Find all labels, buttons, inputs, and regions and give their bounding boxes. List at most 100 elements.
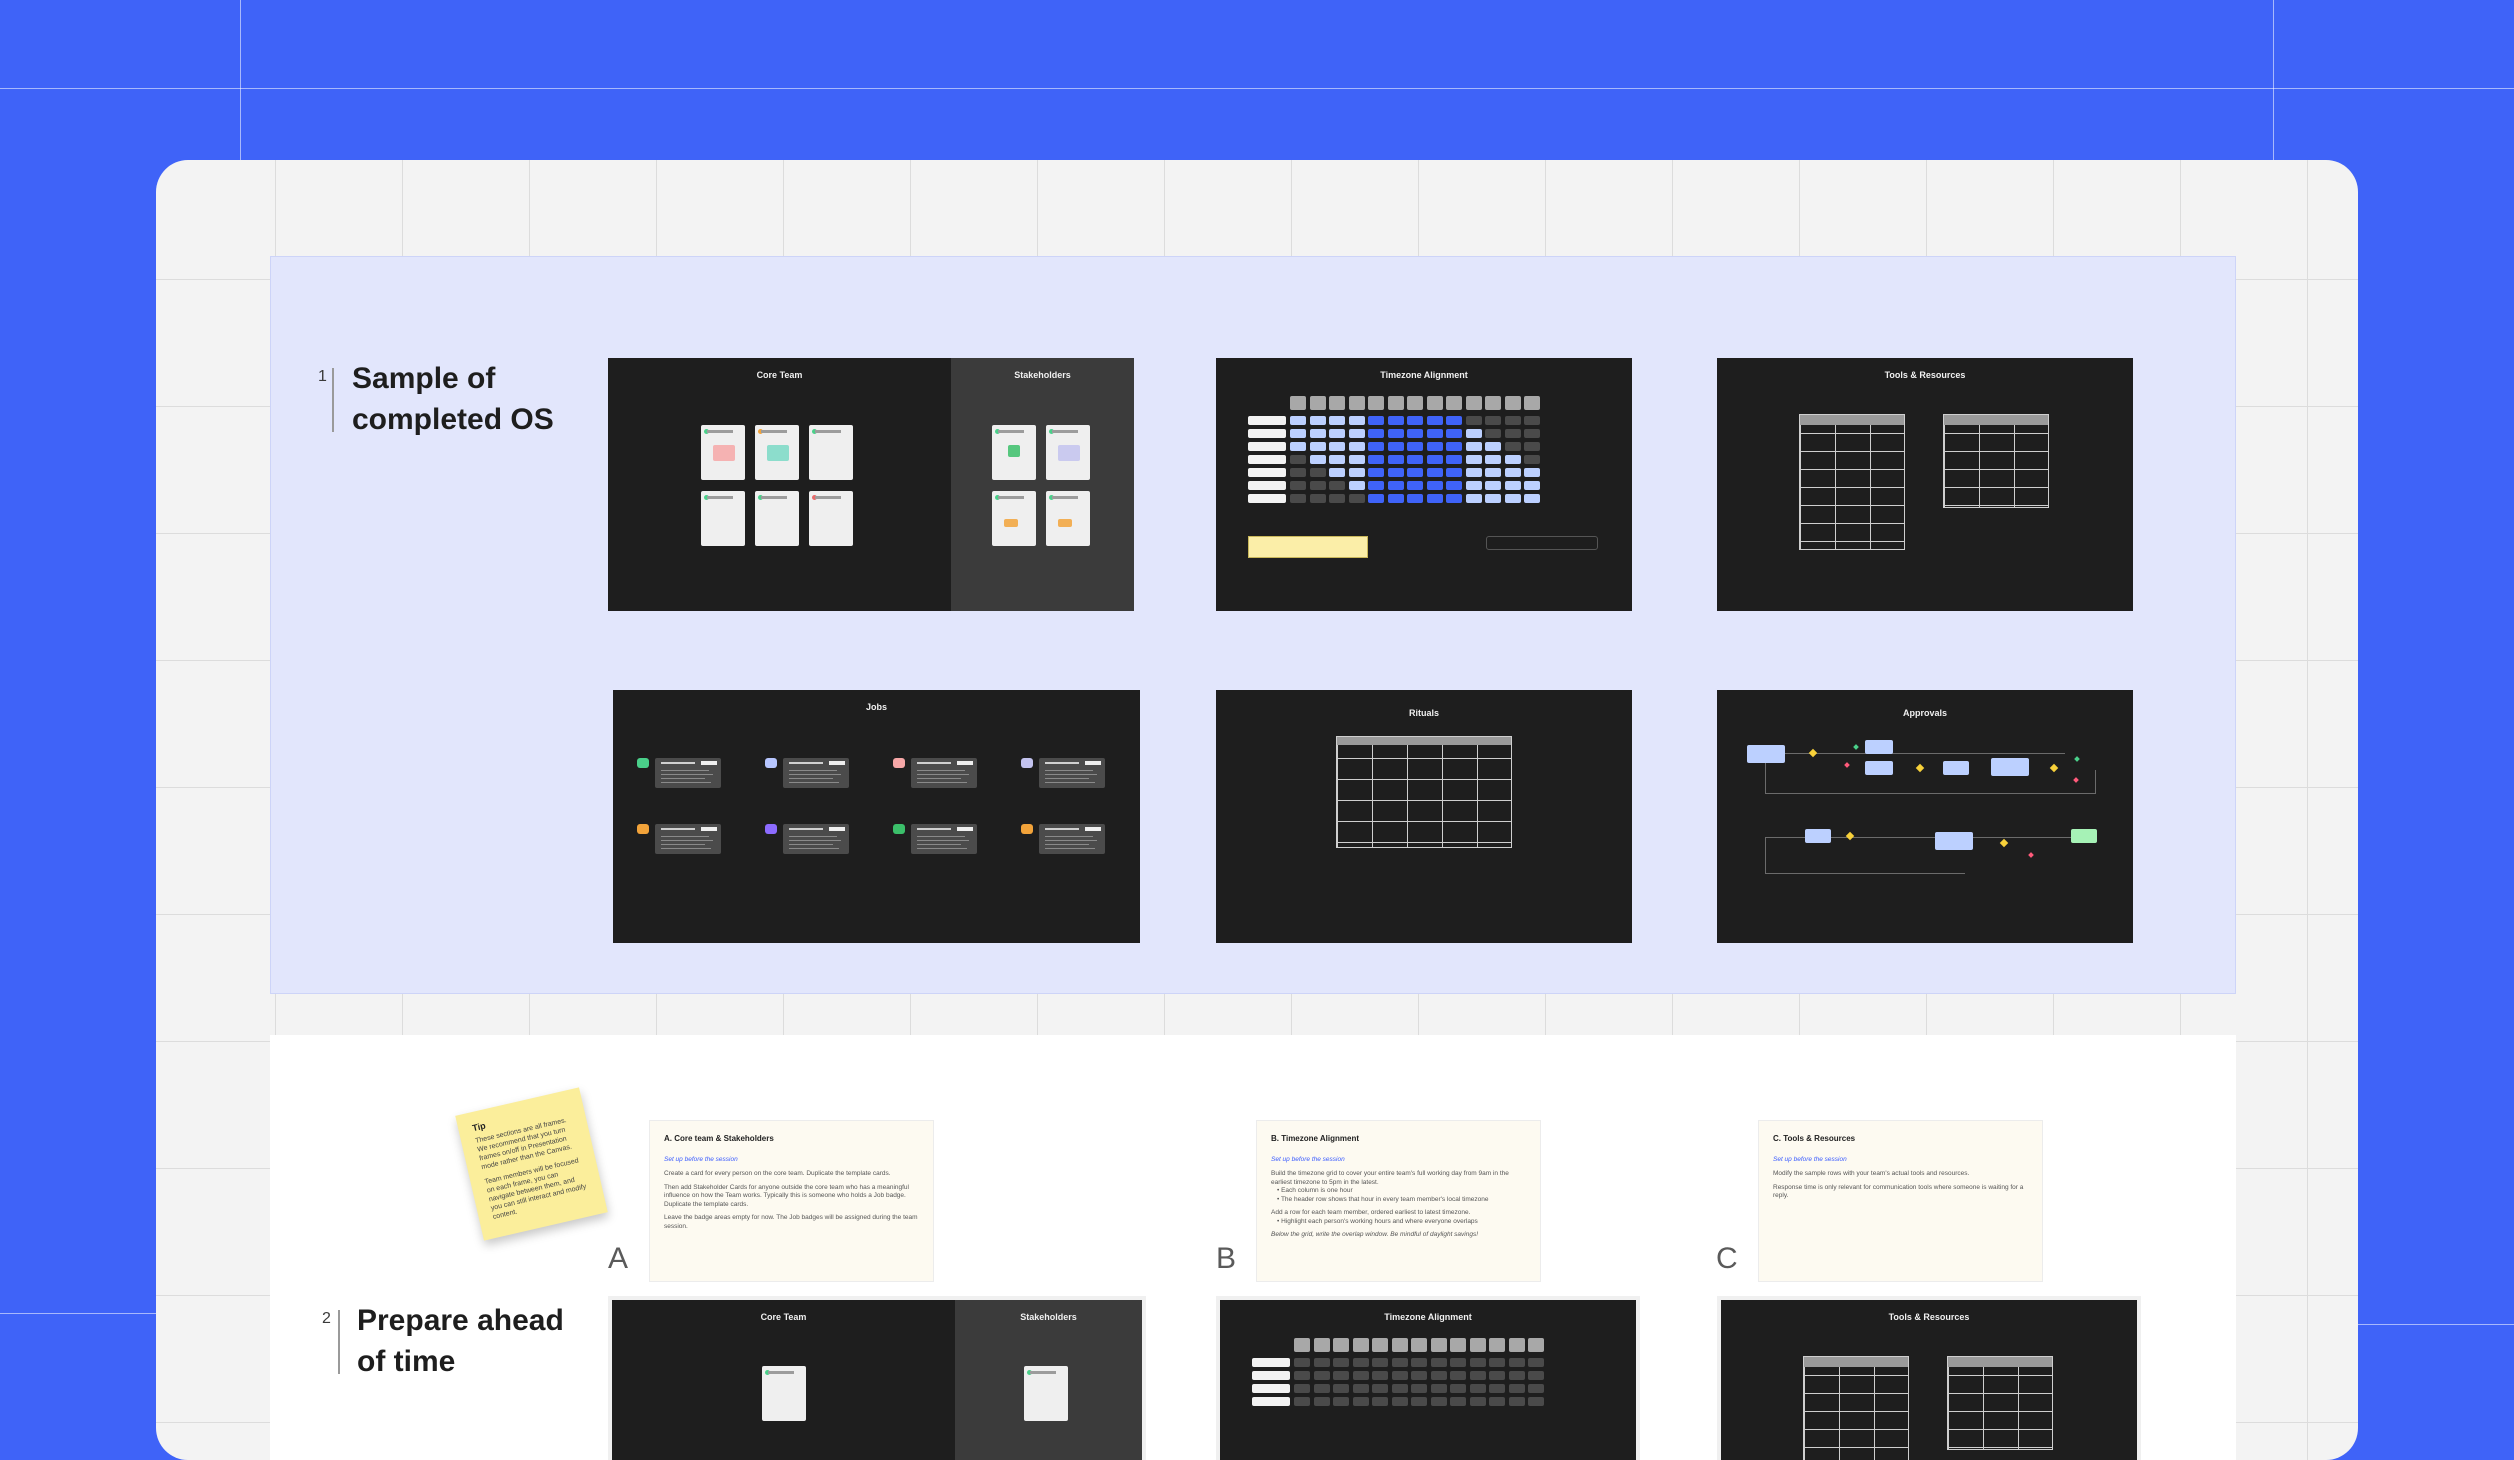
tools-table — [1799, 414, 1905, 550]
person-card[interactable] — [809, 425, 853, 480]
timezone-cell — [1329, 481, 1345, 490]
person-card[interactable] — [809, 491, 853, 546]
frame-approvals[interactable]: Approvals — [1717, 690, 2133, 943]
frame-timezone-alignment[interactable]: Timezone Alignment — [1216, 358, 1632, 611]
approval-step[interactable] — [1943, 761, 1969, 775]
approval-step[interactable] — [1805, 829, 1831, 843]
timezone-cell — [1430, 1371, 1447, 1380]
timezone-cell — [1348, 494, 1365, 503]
instructions-link[interactable]: Set up before the session — [664, 1156, 919, 1165]
approval-step[interactable] — [1991, 758, 2029, 776]
timezone-cell — [1313, 1371, 1330, 1380]
frame-core-team[interactable]: Core Team Stakeholders — [608, 1296, 1146, 1460]
timezone-cell — [1333, 1384, 1349, 1393]
job-card[interactable] — [783, 824, 849, 854]
timezone-cell — [1446, 468, 1462, 477]
timezone-cell — [1450, 1384, 1466, 1393]
timezone-row-label — [1248, 494, 1286, 503]
timezone-cell — [1411, 1358, 1427, 1367]
timezone-cell — [1368, 468, 1384, 477]
frame-title: Core Team — [756, 370, 803, 380]
instructions-card-a[interactable]: A. Core team & Stakeholders Set up befor… — [649, 1120, 934, 1282]
timezone-header-cell — [1504, 396, 1521, 410]
job-card[interactable] — [1039, 824, 1105, 854]
timezone-row-label — [1248, 468, 1286, 477]
approval-step[interactable] — [1935, 832, 1973, 850]
timezone-cell — [1294, 1384, 1310, 1393]
overlap-note — [1248, 536, 1368, 558]
whiteboard-canvas[interactable]: 1 Sample of completed OS Core Team Stake… — [156, 160, 2358, 1460]
frame-timezone-alignment[interactable]: Timezone Alignment — [1216, 1296, 1640, 1460]
frame-tools-resources[interactable]: Tools & Resources — [1717, 1296, 2141, 1460]
frame-rituals[interactable]: Rituals — [1216, 690, 1632, 943]
frame-title: Timezone Alignment — [1380, 370, 1468, 380]
guide-line — [2273, 0, 2274, 160]
timezone-cell — [1407, 468, 1423, 477]
timezone-cell — [1348, 442, 1365, 451]
timezone-cell — [1387, 494, 1404, 503]
timezone-cell — [1485, 442, 1501, 451]
timezone-cell — [1485, 481, 1501, 490]
approval-step[interactable] — [1865, 740, 1893, 754]
timezone-row-label — [1248, 416, 1286, 425]
frame-jobs[interactable]: Jobs — [613, 690, 1140, 943]
timezone-row-label — [1248, 442, 1286, 451]
timezone-cell — [1465, 494, 1482, 503]
timezone-cell — [1508, 1358, 1525, 1367]
timezone-cell — [1469, 1384, 1486, 1393]
person-card[interactable] — [701, 491, 745, 546]
approval-step[interactable] — [1865, 761, 1893, 775]
timezone-header-cell — [1411, 1338, 1427, 1352]
job-card[interactable] — [911, 758, 977, 788]
timezone-header-cell — [1465, 396, 1482, 410]
timezone-cell — [1407, 429, 1423, 438]
timezone-header-cell — [1290, 396, 1306, 410]
timezone-cell — [1309, 429, 1326, 438]
instructions-card-b[interactable]: B. Timezone Alignment Set up before the … — [1256, 1120, 1541, 1282]
timezone-cell — [1426, 429, 1443, 438]
timezone-cell — [1508, 1397, 1525, 1406]
job-badge-icon — [893, 824, 905, 834]
job-card[interactable] — [655, 824, 721, 854]
legend — [1486, 536, 1598, 550]
instructions-link[interactable]: Set up before the session — [1773, 1156, 2028, 1165]
stakeholder-card[interactable] — [992, 425, 1036, 480]
job-card[interactable] — [911, 824, 977, 854]
timezone-cell — [1313, 1358, 1330, 1367]
column-letter: C — [1716, 1242, 1738, 1275]
frame-tools-resources[interactable]: Tools & Resources — [1717, 358, 2133, 611]
timezone-cell — [1387, 416, 1404, 425]
stakeholder-card[interactable] — [1046, 425, 1090, 480]
job-card[interactable] — [655, 758, 721, 788]
approval-step[interactable] — [1747, 745, 1785, 763]
frame-core-team[interactable]: Core Team Stakeholders — [608, 358, 1134, 611]
timezone-header-cell — [1333, 1338, 1349, 1352]
timezone-cell — [1426, 455, 1443, 464]
timezone-cell — [1329, 442, 1345, 451]
job-card[interactable] — [1039, 758, 1105, 788]
timezone-header-cell — [1508, 1338, 1525, 1352]
guide-line — [0, 88, 2514, 89]
instructions-text: • The header row shows that hour in ever… — [1277, 1195, 1489, 1203]
timezone-cell — [1329, 429, 1345, 438]
timezone-header-cell — [1430, 1338, 1447, 1352]
timezone-header-cell — [1407, 396, 1423, 410]
person-card[interactable] — [701, 425, 745, 480]
frame-title: Core Team — [760, 1312, 807, 1322]
stakeholder-card[interactable] — [1024, 1366, 1068, 1421]
stakeholder-card[interactable] — [1046, 491, 1090, 546]
timezone-cell — [1329, 468, 1345, 477]
timezone-cell — [1290, 416, 1306, 425]
job-card[interactable] — [783, 758, 849, 788]
person-card[interactable] — [755, 425, 799, 480]
person-card[interactable] — [755, 491, 799, 546]
instructions-card-c[interactable]: C. Tools & Resources Set up before the s… — [1758, 1120, 2043, 1282]
timezone-cell — [1524, 494, 1540, 503]
timezone-cell — [1309, 481, 1326, 490]
timezone-cell — [1333, 1358, 1349, 1367]
instructions-link[interactable]: Set up before the session — [1271, 1156, 1526, 1165]
timezone-cell — [1352, 1371, 1369, 1380]
stakeholder-card[interactable] — [992, 491, 1036, 546]
approval-step[interactable] — [2071, 829, 2097, 843]
person-card[interactable] — [762, 1366, 806, 1421]
